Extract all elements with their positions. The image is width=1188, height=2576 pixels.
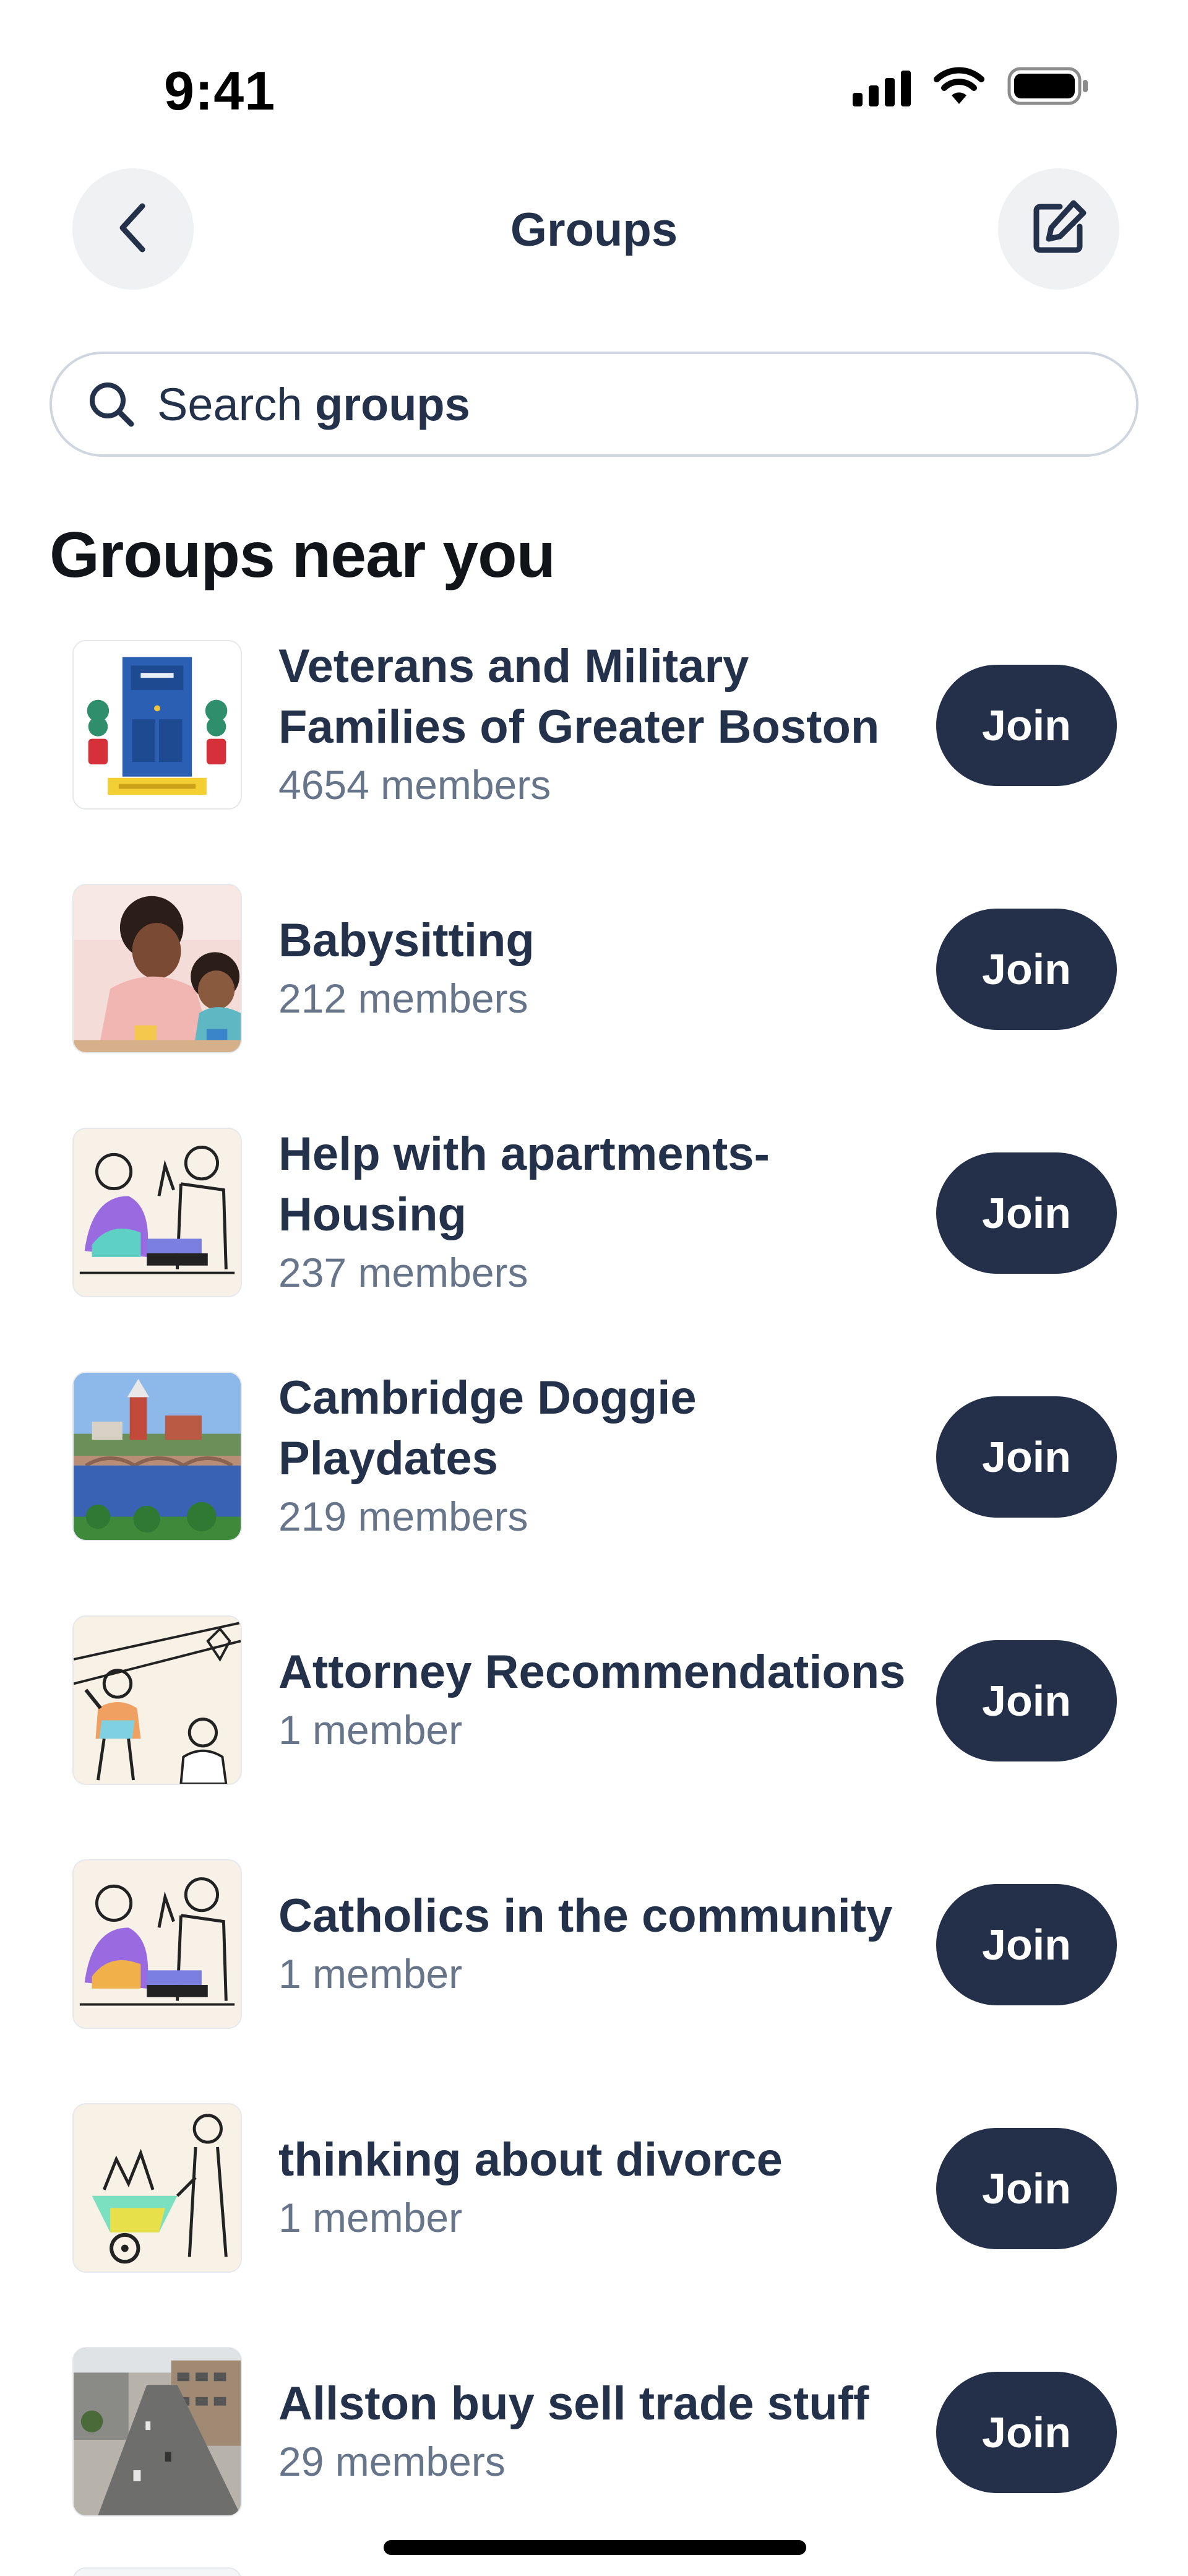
group-text: Allston buy sell trade stuff 29 members	[278, 2345, 916, 2518]
search-icon	[87, 379, 136, 429]
group-thumbnail	[72, 640, 242, 810]
street-aerial-photo	[74, 2348, 241, 2515]
river-bridge-photo	[74, 1373, 241, 1540]
welcome-door-illustration	[74, 641, 241, 808]
group-name: thinking about divorce	[278, 2133, 783, 2186]
groups-screen: 9:41 Groups Search groups Groups near yo…	[0, 0, 1188, 2576]
group-member-count: 1 member	[278, 1707, 463, 1753]
compose-icon	[1028, 197, 1090, 262]
group-name: Attorney Recommendations	[278, 1646, 906, 1698]
status-icons	[853, 67, 1089, 108]
group-name: Cambridge Doggie Playdates	[278, 1372, 697, 1485]
people-waving-illustration	[74, 1617, 241, 1784]
group-thumbnail	[72, 1372, 242, 1541]
group-name: Help with apartments-Housing	[278, 1128, 770, 1241]
cellular-signal-icon	[853, 69, 911, 106]
join-button[interactable]: Join	[936, 1640, 1117, 1761]
group-text: Help with apartments-Housing 237 members	[278, 1125, 916, 1299]
group-text: Cambridge Doggie Playdates 219 members	[278, 1369, 916, 1542]
group-name: Catholics in the community	[278, 1890, 893, 1942]
group-member-count: 29 members	[278, 2439, 506, 2484]
group-thumbnail	[72, 2103, 242, 2273]
partially-visible-thumbnail	[72, 2567, 242, 2576]
group-list-item[interactable]: Help with apartments-Housing 237 members…	[0, 1125, 1188, 1311]
group-member-count: 1 member	[278, 2195, 463, 2241]
section-title: Groups near you	[50, 519, 556, 591]
wifi-icon	[933, 67, 985, 108]
join-button[interactable]: Join	[936, 1396, 1117, 1518]
group-text: Babysitting 212 members	[278, 881, 916, 1055]
search-placeholder: Search groups	[157, 378, 470, 431]
group-member-count: 219 members	[278, 1493, 528, 1539]
group-text: Attorney Recommendations 1 member	[278, 1613, 916, 1786]
group-list-item[interactable]: Babysitting 212 members Join	[0, 881, 1188, 1067]
group-member-count: 212 members	[278, 975, 528, 1021]
join-button[interactable]: Join	[936, 909, 1117, 1030]
group-thumbnail	[72, 1128, 242, 1297]
search-input[interactable]: Search groups	[50, 352, 1138, 457]
neighbors-illustration	[74, 1129, 241, 1296]
group-name: Allston buy sell trade stuff	[278, 2377, 869, 2430]
group-list-item[interactable]: Veterans and Military Families of Greate…	[0, 638, 1188, 823]
group-member-count: 1 member	[278, 1951, 463, 1997]
compose-button[interactable]	[998, 168, 1119, 290]
join-button[interactable]: Join	[936, 665, 1117, 786]
group-member-count: 237 members	[278, 1250, 528, 1295]
group-thumbnail	[72, 884, 242, 1053]
group-name: Babysitting	[278, 914, 535, 967]
group-list-item[interactable]: Catholics in the community 1 member Join	[0, 1857, 1188, 2042]
search-placeholder-emphasis: groups	[315, 378, 470, 430]
join-button[interactable]: Join	[936, 1152, 1117, 1274]
group-name: Veterans and Military Families of Greate…	[278, 640, 880, 753]
group-list-item[interactable]: Attorney Recommendations 1 member Join	[0, 1613, 1188, 1799]
group-thumbnail	[72, 1615, 242, 1785]
group-text: Catholics in the community 1 member	[278, 1857, 916, 2030]
search-placeholder-prefix: Search	[157, 378, 316, 430]
home-indicator[interactable]	[384, 2540, 806, 2555]
group-list-item[interactable]: Allston buy sell trade stuff 29 members …	[0, 2345, 1188, 2530]
neighbors-illustration	[74, 1861, 241, 2028]
group-thumbnail	[72, 1859, 242, 2029]
join-button[interactable]: Join	[936, 2372, 1117, 2493]
group-list-item[interactable]: thinking about divorce 1 member Join	[0, 2101, 1188, 2286]
battery-icon	[1007, 67, 1089, 108]
group-list-item[interactable]: Cambridge Doggie Playdates 219 members J…	[0, 1369, 1188, 1555]
join-button[interactable]: Join	[936, 2128, 1117, 2249]
mother-and-child-photo	[74, 885, 241, 1052]
join-button[interactable]: Join	[936, 1884, 1117, 2005]
group-text: thinking about divorce 1 member	[278, 2101, 916, 2274]
header: Groups	[0, 168, 1188, 290]
group-text: Veterans and Military Families of Greate…	[278, 638, 916, 811]
wheelbarrow-illustration	[74, 2104, 241, 2271]
group-thumbnail	[72, 2347, 242, 2517]
status-time: 9:41	[164, 60, 276, 121]
status-bar: 9:41	[0, 0, 1188, 149]
group-member-count: 4654 members	[278, 762, 551, 808]
